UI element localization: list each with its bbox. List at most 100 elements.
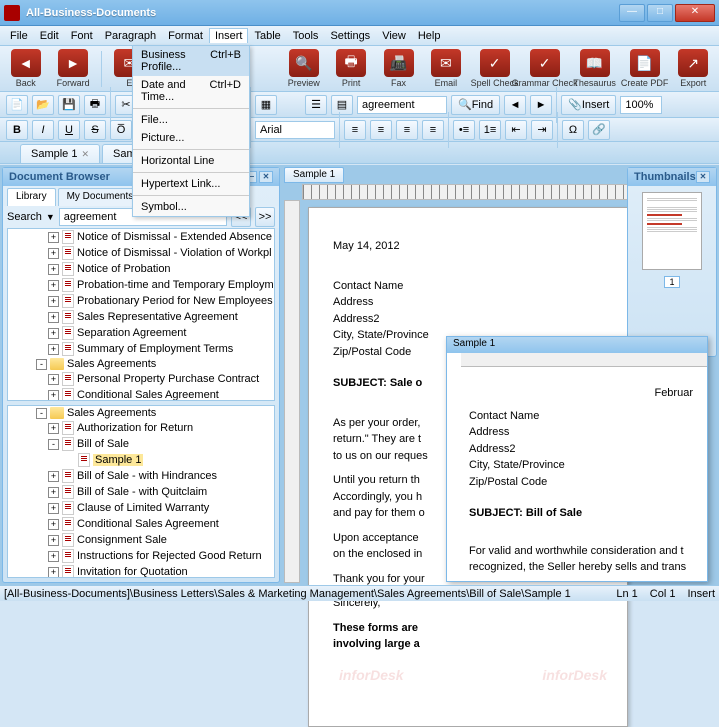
- tree-item[interactable]: +Clause of Limited Warranty: [8, 500, 274, 516]
- panel-close-button[interactable]: ✕: [259, 171, 273, 183]
- tree-item[interactable]: +Invitation for Quotation: [8, 564, 274, 578]
- link-button[interactable]: 🔗: [588, 120, 610, 140]
- tree-item[interactable]: +Notice of Probation: [8, 261, 274, 277]
- tree-item[interactable]: -Bill of Sale: [8, 436, 274, 452]
- strike-button[interactable]: S: [84, 120, 106, 140]
- vertical-ruler[interactable]: [284, 200, 300, 583]
- document-tree-1[interactable]: +Notice of Dismissal - Extended Absence+…: [7, 228, 275, 401]
- search-next-button[interactable]: >>: [255, 207, 275, 227]
- tree-item[interactable]: -Sales Agreements: [8, 357, 274, 371]
- print-button[interactable]: 🖶Print: [331, 49, 370, 88]
- tree-item[interactable]: +Conditional Sales Agreement: [8, 387, 274, 401]
- italic-button[interactable]: I: [32, 120, 54, 140]
- tree-item[interactable]: +Conditional Sales Agreement: [8, 516, 274, 532]
- bullets-button[interactable]: •≡: [453, 120, 475, 140]
- tree-item[interactable]: +Probation-time and Temporary Employm: [8, 277, 274, 293]
- thumbnail-1[interactable]: [642, 192, 702, 270]
- tree-item[interactable]: Sample 1: [8, 452, 274, 468]
- document-icon: [62, 421, 74, 435]
- back-button[interactable]: ◄Back: [6, 49, 45, 88]
- insert-menu-item[interactable]: Symbol...: [133, 198, 249, 216]
- tree-item[interactable]: +Separation Agreement: [8, 325, 274, 341]
- document-tree-2[interactable]: -Sales Agreements+Authorization for Retu…: [7, 405, 275, 578]
- insert-menu-item[interactable]: File...: [133, 111, 249, 129]
- export-button[interactable]: ↗Export: [674, 49, 713, 88]
- forward-button[interactable]: ►Forward: [53, 49, 92, 88]
- menu-table[interactable]: Table: [248, 28, 286, 44]
- tree-item[interactable]: +Bill of Sale - with Hindrances: [8, 468, 274, 484]
- save-button[interactable]: 💾: [58, 95, 80, 115]
- font-select[interactable]: [255, 121, 335, 139]
- create-pdf-button[interactable]: 📄Create PDF: [624, 49, 666, 88]
- close-icon[interactable]: ✕: [81, 149, 89, 160]
- doc-tab[interactable]: Sample 1: [284, 167, 344, 183]
- table-button[interactable]: ▦: [255, 95, 277, 115]
- tree-item[interactable]: +Personal Property Purchase Contract: [8, 371, 274, 387]
- document-icon: [62, 262, 74, 276]
- tree-item[interactable]: +Notice of Dismissal - Extended Absence: [8, 229, 274, 245]
- bold-button[interactable]: B: [6, 120, 28, 140]
- maximize-button[interactable]: □: [647, 4, 673, 22]
- new-button[interactable]: 📄: [6, 95, 28, 115]
- menu-help[interactable]: Help: [412, 28, 447, 44]
- email-button[interactable]: ✉Email: [426, 49, 465, 88]
- menu-settings[interactable]: Settings: [324, 28, 376, 44]
- find-prev-button[interactable]: ◄: [504, 95, 526, 115]
- insert-menu-item[interactable]: Horizontal Line: [133, 152, 249, 170]
- preview-button[interactable]: 🔍Preview: [284, 49, 323, 88]
- view-button[interactable]: ▤: [331, 95, 353, 115]
- zoom-input[interactable]: [620, 96, 662, 114]
- menu-edit[interactable]: Edit: [34, 28, 65, 44]
- insert-menu-item[interactable]: Business Profile...Ctrl+B: [133, 46, 249, 76]
- menu-tools[interactable]: Tools: [287, 28, 325, 44]
- insert-menu-item[interactable]: Hypertext Link...: [133, 175, 249, 193]
- tree-item[interactable]: -Sales Agreements: [8, 406, 274, 420]
- close-button[interactable]: ✕: [675, 4, 715, 22]
- minimize-button[interactable]: —: [619, 4, 645, 22]
- thumb-close-button[interactable]: ✕: [696, 171, 710, 183]
- print-button[interactable]: 🖶: [84, 95, 106, 115]
- grammar-check-button[interactable]: ✓Grammar Check: [524, 49, 566, 88]
- tree-item[interactable]: +Probationary Period for New Employees: [8, 293, 274, 309]
- insert-menu-item[interactable]: Picture...: [133, 129, 249, 147]
- floating-doc-window[interactable]: Sample 1 Februar Contact NameAddressAddr…: [446, 336, 708, 582]
- browser-tab[interactable]: Library: [7, 188, 56, 206]
- menu-font[interactable]: Font: [65, 28, 99, 44]
- menu-insert[interactable]: Insert: [209, 28, 249, 43]
- align-right-button[interactable]: ≡: [396, 120, 418, 140]
- tree-item[interactable]: +Consignment Sale: [8, 532, 274, 548]
- fax-button[interactable]: 📠Fax: [379, 49, 418, 88]
- browser-tab[interactable]: My Documents: [58, 188, 143, 206]
- find-next-button[interactable]: ►: [530, 95, 552, 115]
- align-left-button[interactable]: ≡: [344, 120, 366, 140]
- tree-item[interactable]: +Authorization for Return: [8, 420, 274, 436]
- float-title[interactable]: Sample 1: [447, 337, 707, 353]
- align-justify-button[interactable]: ≡: [422, 120, 444, 140]
- align-center-button[interactable]: ≡: [370, 120, 392, 140]
- tree-item[interactable]: +Notice of Dismissal - Violation of Work…: [8, 245, 274, 261]
- tree-item[interactable]: +Bill of Sale - with Quitclaim: [8, 484, 274, 500]
- numbers-button[interactable]: 1≡: [479, 120, 501, 140]
- tree-item[interactable]: +Instructions for Rejected Good Return: [8, 548, 274, 564]
- menu-file[interactable]: File: [4, 28, 34, 44]
- doc-tab[interactable]: Sample 1✕: [20, 144, 100, 163]
- outdent-button[interactable]: ⇤: [505, 120, 527, 140]
- search-input[interactable]: [357, 96, 447, 114]
- find-button[interactable]: 🔍Find: [451, 95, 500, 115]
- menu-view[interactable]: View: [376, 28, 412, 44]
- indent-button[interactable]: ⇥: [531, 120, 553, 140]
- insert-menu-item[interactable]: Date and Time...Ctrl+D: [133, 76, 249, 106]
- menu-paragraph[interactable]: Paragraph: [99, 28, 162, 44]
- thesaurus-button[interactable]: 📖Thesaurus: [574, 49, 616, 88]
- spell-check-button[interactable]: ✓Spell Check: [474, 49, 516, 88]
- tree-item[interactable]: +Summary of Employment Terms: [8, 341, 274, 357]
- list-button[interactable]: ☰: [305, 95, 327, 115]
- folder-icon: [50, 407, 64, 419]
- symbol-button[interactable]: Ω: [562, 120, 584, 140]
- tree-item[interactable]: +Sales Representative Agreement: [8, 309, 274, 325]
- insert-field-button[interactable]: 📎Insert: [561, 95, 616, 115]
- underline-button[interactable]: U: [58, 120, 80, 140]
- open-button[interactable]: 📂: [32, 95, 54, 115]
- overline-button[interactable]: O̅: [110, 120, 132, 140]
- menu-format[interactable]: Format: [162, 28, 209, 44]
